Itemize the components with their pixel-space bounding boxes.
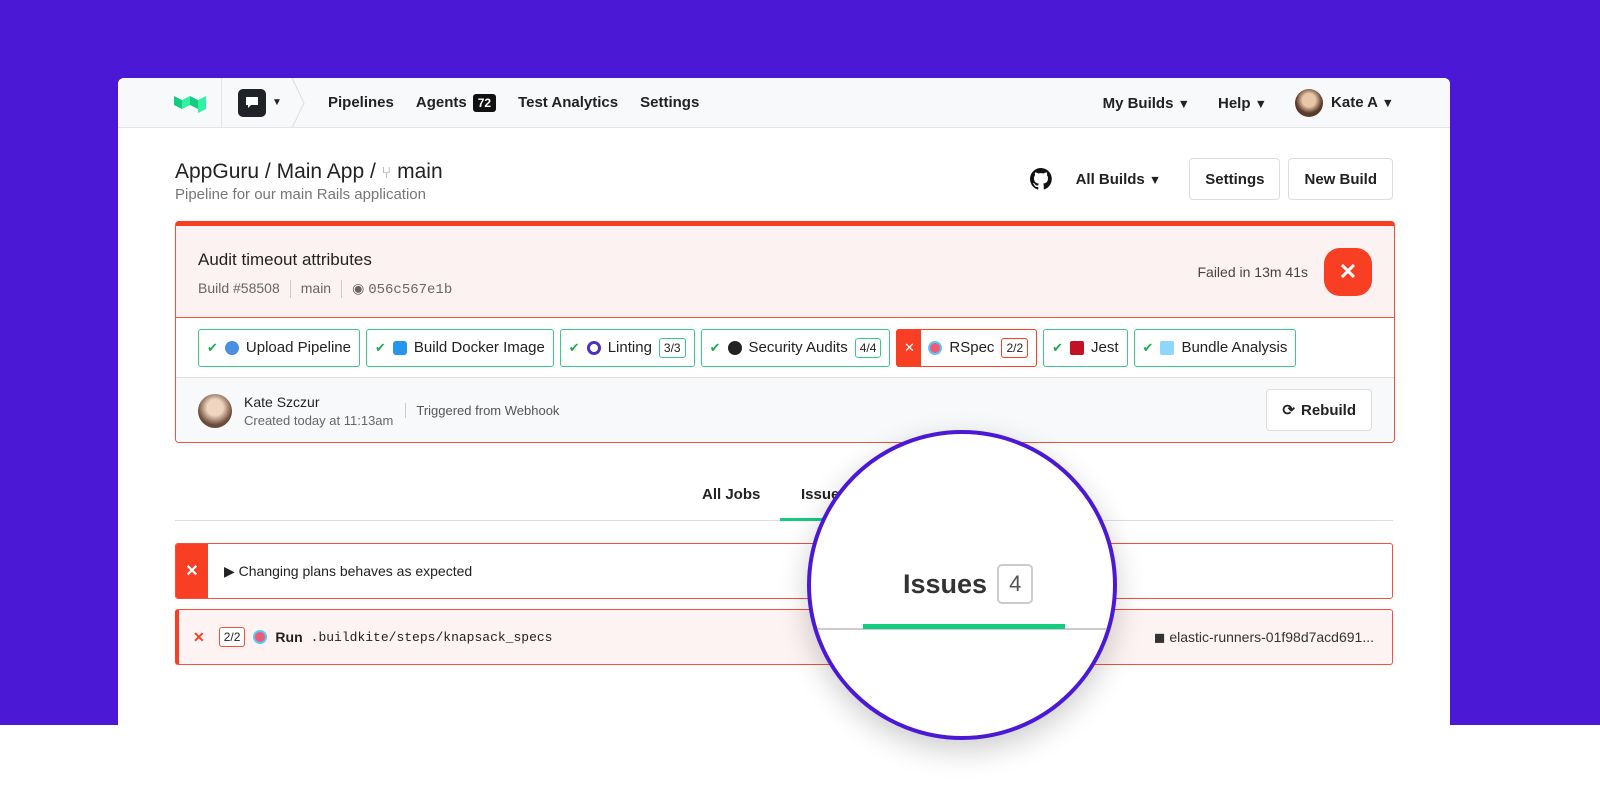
agent-name[interactable]: ◼ elastic-runners-01f98d7acd691... xyxy=(1154,629,1374,646)
tabs: All Jobs Issues xyxy=(175,476,1393,521)
job-row[interactable]: ✕ 2/2 Run .buildkite/steps/knapsack_specs ◼ … xyxy=(175,609,1393,665)
check-icon: ✔ xyxy=(207,339,218,355)
job-build-docker-image[interactable]: ✔ Build Docker Image xyxy=(365,328,554,367)
build-commit[interactable]: ◉ 056c567e1b xyxy=(341,280,452,298)
my-builds-menu[interactable]: My Builds ▼ xyxy=(1103,95,1190,112)
rspec-icon xyxy=(928,340,943,355)
check-icon: ✔ xyxy=(1142,339,1154,355)
fail-x-icon: ✕ xyxy=(193,628,205,645)
jest-icon xyxy=(1070,340,1085,355)
pipeline-icon xyxy=(224,340,239,355)
agent-cube-icon: ◼ xyxy=(1153,628,1166,645)
job-jest[interactable]: ✔ Jest xyxy=(1043,328,1128,367)
active-tab-indicator-magnified xyxy=(863,624,1065,629)
all-builds-menu[interactable]: All Builds ▼ xyxy=(1076,171,1162,188)
nav-test-analytics[interactable]: Test Analytics xyxy=(518,94,618,111)
nav-separator xyxy=(292,78,305,128)
job-rspec[interactable]: ✕ RSpec 2/2 xyxy=(896,328,1038,367)
build-title[interactable]: Audit timeout attributes xyxy=(198,250,1372,270)
job-bundle-analysis[interactable]: ✔ Bundle Analysis xyxy=(1133,328,1297,367)
check-icon: ✔ xyxy=(1052,339,1064,355)
job-count: 2/2 xyxy=(218,627,246,647)
nav-agents[interactable]: Agents 72 xyxy=(415,93,497,112)
breadcrumb-pipeline[interactable]: Main App xyxy=(277,160,365,183)
robot-icon xyxy=(727,340,742,355)
breadcrumb-branch[interactable]: main xyxy=(397,160,443,183)
docker-icon xyxy=(392,340,407,355)
expand-icon: ▶ xyxy=(224,562,239,579)
eslint-icon xyxy=(586,340,601,355)
build-number: Build #58508 xyxy=(198,280,280,296)
created-time: Created today at 11:13am xyxy=(244,412,394,428)
tab-issues-magnified[interactable]: Issues xyxy=(903,569,987,600)
settings-button[interactable]: Settings xyxy=(1189,158,1281,200)
rspec-icon xyxy=(253,630,268,644)
agents-count-badge: 72 xyxy=(472,93,497,112)
build-status: Failed in 13m 41s xyxy=(1197,264,1308,280)
nav-settings[interactable]: Settings xyxy=(640,94,699,111)
new-build-button[interactable]: New Build xyxy=(1288,158,1393,200)
job-security-audits[interactable]: ✔ Security Audits 4/4 xyxy=(700,328,891,367)
rebuild-button[interactable]: ⟳ Rebuild xyxy=(1266,389,1372,431)
build-card: Audit timeout attributes Build #58508 mai… xyxy=(175,221,1395,443)
app-window: ▼ Pipelines Agents 72 Test Analytics Sett… xyxy=(118,78,1450,725)
fail-x-icon: ✕ xyxy=(176,544,208,598)
build-branch: main xyxy=(289,280,331,298)
pipeline-description: Pipeline for our main Rails application xyxy=(175,186,426,203)
breadcrumb: AppGuru / Main App / ⑂ main xyxy=(175,160,443,183)
magnifier-callout: Issues 4 xyxy=(807,430,1117,740)
nav-pipelines[interactable]: Pipelines xyxy=(328,94,394,111)
org-switcher[interactable]: ▼ xyxy=(222,78,292,128)
github-icon[interactable] xyxy=(1029,168,1052,190)
job-command: .buildkite/steps/knapsack_specs xyxy=(310,629,553,645)
help-menu[interactable]: Help ▼ xyxy=(1218,95,1267,112)
branch-icon: ⑂ xyxy=(381,165,392,182)
avatar xyxy=(1295,89,1324,117)
fail-x-icon: ✕ xyxy=(897,329,922,366)
check-icon: ✔ xyxy=(568,339,580,355)
job-linting[interactable]: ✔ Linting 3/3 xyxy=(559,328,695,367)
author-name: Kate Szczur xyxy=(244,393,320,410)
issue-title: Changing plans behaves as expected xyxy=(238,562,473,579)
refresh-icon: ⟳ xyxy=(1282,402,1295,419)
trigger-source: Triggered from Webhook xyxy=(405,403,559,418)
caret-down-icon: ▼ xyxy=(272,97,282,108)
job-upload-pipeline[interactable]: ✔ Upload Pipeline xyxy=(198,328,360,367)
tab-all-jobs[interactable]: All Jobs xyxy=(702,486,760,503)
webpack-icon xyxy=(1160,340,1175,355)
issue-row[interactable]: ✕ ▶ Changing plans behaves as expected xyxy=(175,543,1393,599)
breadcrumb-org[interactable]: AppGuru xyxy=(175,160,259,183)
issues-count-badge: 4 xyxy=(997,564,1034,604)
nav-agents-label: Agents xyxy=(415,94,467,111)
check-icon: ✔ xyxy=(374,339,386,355)
top-nav: ▼ Pipelines Agents 72 Test Analytics Sett… xyxy=(118,78,1450,128)
user-menu[interactable]: Kate A ▼ xyxy=(1295,89,1394,117)
author-avatar xyxy=(198,393,232,428)
buildkite-logo[interactable] xyxy=(118,78,222,128)
check-icon: ✔ xyxy=(709,339,721,355)
job-label: Run xyxy=(275,629,303,645)
chat-icon xyxy=(238,88,266,117)
failed-icon: ✕ xyxy=(1324,248,1372,296)
